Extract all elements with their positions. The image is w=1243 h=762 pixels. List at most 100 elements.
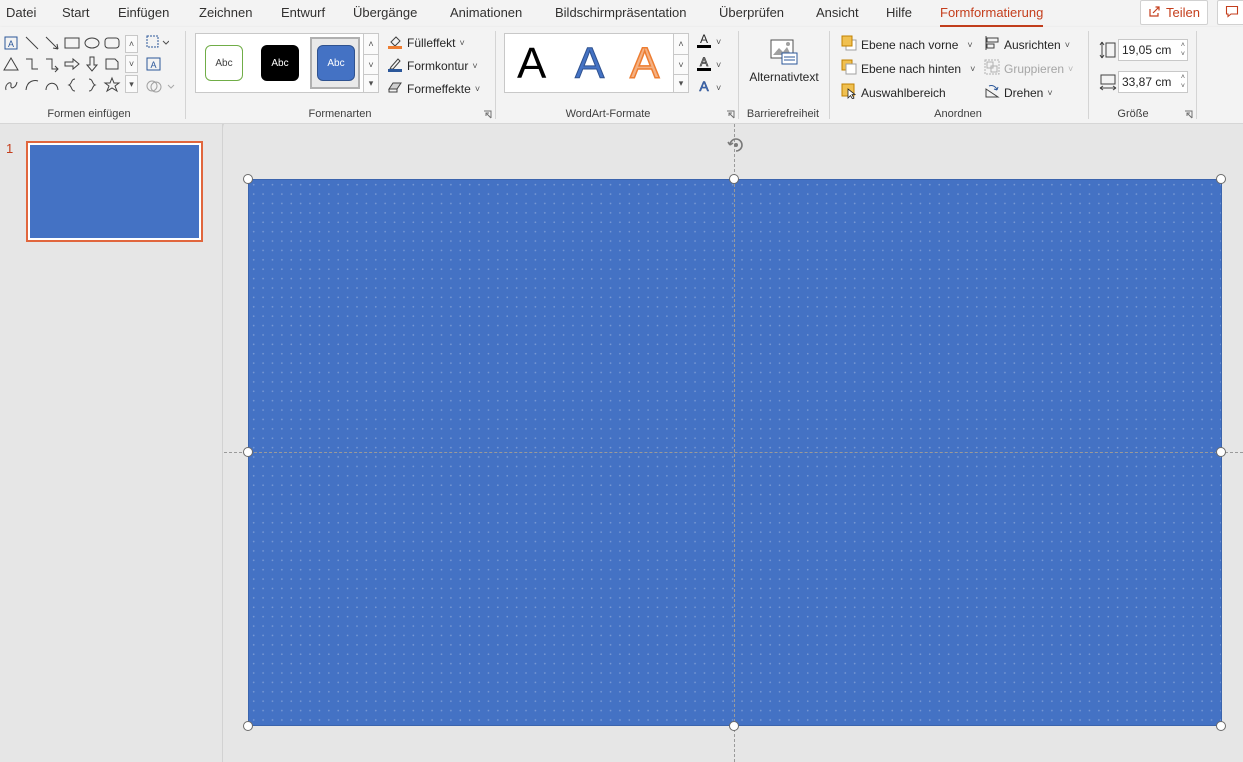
wordart-style-black[interactable]: A	[517, 42, 546, 86]
wordart-scroll-down-icon[interactable]: ˅	[673, 54, 688, 74]
comments-button[interactable]	[1217, 0, 1243, 25]
elbow-arrow-connector-shape-icon[interactable]	[43, 55, 61, 73]
resize-handle-left[interactable]	[243, 447, 253, 457]
shape-height-input[interactable]: 19,05 cm ˄ ˅	[1118, 39, 1188, 61]
wordart-scroll-up-icon[interactable]: ˄	[673, 34, 688, 54]
group-button[interactable]: Gruppieren ˅	[984, 59, 1073, 78]
star-shape-icon[interactable]	[103, 76, 121, 94]
left-brace-shape-icon[interactable]	[63, 76, 81, 94]
tab-formformatierung[interactable]: Formformatierung	[940, 5, 1044, 28]
draw-text-box-icon[interactable]: A	[145, 55, 163, 73]
oval-shape-icon[interactable]	[83, 34, 101, 52]
wordart-styles-gallery[interactable]: A A A ˄ ˅ ▾	[504, 33, 689, 93]
triangle-shape-icon[interactable]	[2, 55, 20, 73]
shapes-more-icon[interactable]: ▾	[125, 75, 138, 93]
right-brace-shape-icon[interactable]	[83, 76, 101, 94]
tab-hilfe[interactable]: Hilfe	[886, 5, 912, 20]
bring-forward-button[interactable]: Ebene nach vorne ˅	[841, 35, 973, 54]
tab-uebergaenge[interactable]: Übergänge	[353, 5, 417, 20]
tab-einfuegen[interactable]: Einfügen	[118, 5, 169, 20]
styles-scroll-down-icon[interactable]: ˅	[363, 54, 378, 74]
group-separator	[185, 31, 186, 119]
tab-datei[interactable]: Datei	[6, 5, 36, 20]
vertical-smart-guide	[734, 124, 735, 762]
resize-handle-bottom-right[interactable]	[1216, 721, 1226, 731]
horizontal-smart-guide	[224, 452, 1243, 453]
resize-handle-bottom[interactable]	[729, 721, 739, 731]
resize-handle-top-right[interactable]	[1216, 174, 1226, 184]
shape-width-icon	[1099, 73, 1117, 94]
shape-style-black-fill[interactable]: Abc	[261, 45, 299, 81]
styles-more-icon[interactable]: ▾	[363, 74, 378, 92]
group-label-formen-einfuegen: Formen einfügen	[47, 108, 131, 120]
right-arrow-shape-icon[interactable]	[63, 55, 81, 73]
shapes-scroll-up-icon[interactable]: ˄	[125, 35, 138, 53]
tab-start[interactable]: Start	[62, 5, 89, 20]
text-effects-button[interactable]: A ˅	[696, 78, 721, 97]
rotate-button[interactable]: Drehen ˅	[984, 83, 1053, 102]
shapes-scroll-down-icon[interactable]: ˅	[125, 55, 138, 73]
shape-width-input[interactable]: 33,87 cm ˄ ˅	[1118, 71, 1188, 93]
freeform-scribble-shape-icon[interactable]	[2, 76, 20, 94]
alt-text-button[interactable]: Alternativtext	[744, 31, 824, 91]
tab-ueberpruefen[interactable]: Überprüfen	[719, 5, 784, 20]
line-shape-icon[interactable]	[23, 34, 41, 52]
wordart-style-orange-outline[interactable]: A	[629, 41, 660, 87]
svg-text:A: A	[150, 60, 156, 70]
share-button[interactable]: Teilen	[1140, 0, 1208, 25]
width-increase-icon[interactable]: ˄	[1181, 74, 1185, 82]
text-box-shape-icon[interactable]: A	[2, 34, 20, 52]
text-outline-button[interactable]: A ˅	[696, 55, 721, 74]
snip-rectangle-shape-icon[interactable]	[103, 55, 121, 73]
resize-handle-right[interactable]	[1216, 447, 1226, 457]
resize-handle-top[interactable]	[729, 174, 739, 184]
wordart-dialog-launcher-icon[interactable]	[726, 110, 735, 119]
rectangle-shape-icon[interactable]	[63, 34, 81, 52]
elbow-connector-shape-icon[interactable]	[23, 55, 41, 73]
resize-handle-top-left[interactable]	[243, 174, 253, 184]
merge-shapes-icon[interactable]	[145, 77, 175, 95]
shape-style-outline-green[interactable]: Abc	[205, 45, 243, 81]
resize-handle-bottom-left[interactable]	[243, 721, 253, 731]
shapes-gallery[interactable]: A ˄ ˅ ▾	[2, 33, 138, 95]
tab-entwurf[interactable]: Entwurf	[281, 5, 325, 20]
shape-styles-gallery[interactable]: Abc Abc Abc ˄ ˅ ▾	[195, 33, 379, 93]
wordart-style-blue[interactable]: A	[574, 41, 604, 86]
slide-thumbnail-1[interactable]	[26, 141, 203, 242]
shape-fill-button[interactable]: Fülleffekt ˅	[387, 33, 465, 52]
shape-outline-button[interactable]: Formkontur ˅	[387, 56, 478, 75]
chevron-down-icon: ˅	[970, 63, 976, 74]
tab-zeichnen[interactable]: Zeichnen	[199, 5, 252, 20]
ribbon-tab-bar: Datei Start Einfügen Zeichnen Entwurf Üb…	[0, 0, 1243, 28]
send-backward-button[interactable]: Ebene nach hinten ˅	[841, 59, 975, 78]
shape-style-blue-fill[interactable]: Abc	[317, 45, 355, 81]
arc-shape-icon[interactable]	[43, 76, 61, 94]
group-separator	[829, 31, 830, 119]
width-decrease-icon[interactable]: ˅	[1181, 83, 1185, 91]
tab-ansicht[interactable]: Ansicht	[816, 5, 859, 20]
tab-bildschirmpraesentation[interactable]: Bildschirmpräsentation	[555, 5, 687, 20]
slide-editing-canvas[interactable]	[224, 124, 1243, 762]
selection-pane-button[interactable]: Auswahlbereich	[841, 83, 946, 102]
shape-effects-button[interactable]: Formeffekte ˅	[387, 79, 480, 98]
arrow-line-shape-icon[interactable]	[43, 34, 61, 52]
edit-shape-icon[interactable]	[145, 33, 170, 51]
tab-animationen[interactable]: Animationen	[450, 5, 522, 20]
height-increase-icon[interactable]: ˄	[1181, 42, 1185, 50]
group-objects-icon	[984, 59, 1000, 78]
comment-icon	[1225, 5, 1239, 21]
text-fill-button[interactable]: A ˅	[696, 32, 721, 51]
chevron-down-icon: ˅	[459, 37, 465, 48]
rounded-rectangle-shape-icon[interactable]	[103, 34, 121, 52]
curved-connector-shape-icon[interactable]	[23, 76, 41, 94]
formenarten-dialog-launcher-icon[interactable]	[483, 110, 492, 119]
height-decrease-icon[interactable]: ˅	[1181, 51, 1185, 59]
chevron-down-icon: ˅	[716, 82, 722, 93]
styles-scroll-up-icon[interactable]: ˄	[363, 34, 378, 54]
align-button[interactable]: Ausrichten ˅	[984, 35, 1070, 54]
size-dialog-launcher-icon[interactable]	[1184, 110, 1193, 119]
rotate-handle-icon[interactable]	[725, 134, 747, 156]
wordart-more-icon[interactable]: ▾	[673, 74, 688, 92]
down-arrow-shape-icon[interactable]	[83, 55, 101, 73]
ribbon: A ˄ ˅ ▾ A Formen einfügen Abc Abc Abc ˄	[0, 27, 1243, 124]
